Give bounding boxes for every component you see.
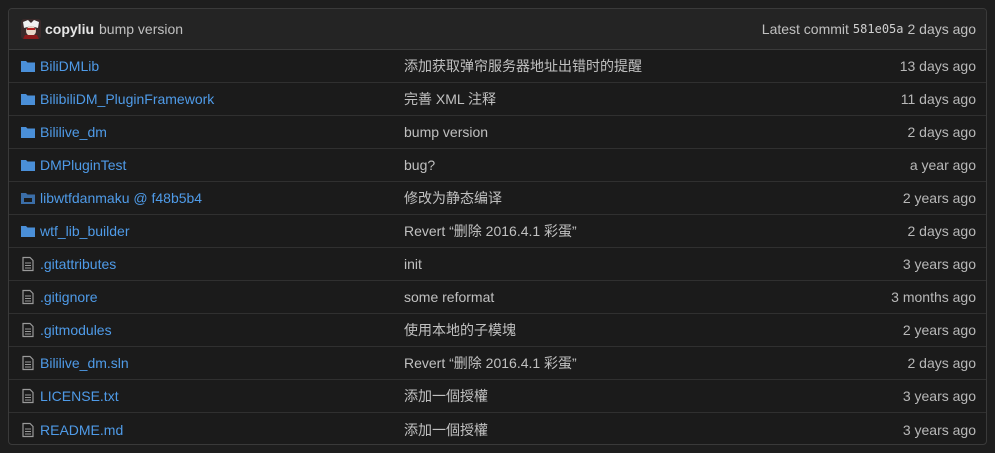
file-row: LICENSE.txt 添加一個授權 3 years ago — [9, 380, 986, 413]
file-name-link[interactable]: .gitattributes — [40, 256, 404, 272]
author-avatar[interactable] — [21, 19, 41, 39]
commit-message-link[interactable]: bug? — [404, 157, 910, 173]
folder-icon — [20, 157, 36, 173]
file-icon — [20, 388, 36, 404]
commit-sha-link[interactable]: 581e05a — [853, 22, 904, 36]
commit-message-link[interactable]: some reformat — [404, 289, 891, 305]
commit-message-link[interactable]: 使用本地的子模塊 — [404, 320, 903, 340]
commit-message-link[interactable]: 添加一個授權 — [404, 420, 903, 440]
commit-message-link[interactable]: 修改为静态编译 — [404, 188, 903, 208]
commit-message-link[interactable]: 完善 XML 注释 — [404, 89, 901, 109]
file-row: .gitmodules 使用本地的子模塊 2 years ago — [9, 314, 986, 347]
file-row: wtf_lib_builder Revert “删除 2016.4.1 彩蛋” 2 … — [9, 215, 986, 248]
file-browser: copyliu bump version Latest commit 581e0… — [8, 8, 987, 445]
file-icon — [20, 355, 36, 371]
folder-icon — [20, 58, 36, 74]
commit-message-link[interactable]: 添加获取弹帘服务器地址出错时的提醒 — [404, 56, 900, 76]
file-name-link[interactable]: Bililive_dm.sln — [40, 355, 404, 371]
latest-commit-label: Latest commit — [761, 21, 849, 37]
file-row: Bililive_dm bump version 2 days ago — [9, 116, 986, 149]
file-row: .gitignore some reformat 3 months ago — [9, 281, 986, 314]
commit-age: 3 years ago — [902, 421, 976, 438]
file-row: Bililive_dm.sln Revert “删除 2016.4.1 彩蛋” 2 … — [9, 347, 986, 380]
commit-age: 2 years ago — [902, 322, 976, 338]
commit-age: 3 months ago — [891, 289, 976, 305]
file-name-link[interactable]: LICENSE.txt — [40, 388, 404, 404]
commit-age: 2 days ago — [907, 21, 977, 37]
commit-message-link[interactable]: Revert “删除 2016.4.1 彩蛋” — [404, 353, 908, 373]
file-icon — [20, 322, 36, 338]
file-name-link[interactable]: DMPluginTest — [40, 157, 404, 173]
commit-age: 2 days ago — [907, 223, 977, 239]
commit-message-link[interactable]: bump version — [99, 21, 183, 37]
file-icon — [20, 422, 36, 438]
latest-commit-bar: copyliu bump version Latest commit 581e0… — [9, 9, 986, 50]
folder-icon — [20, 124, 36, 140]
commit-age: 13 days ago — [899, 58, 976, 74]
file-name-link[interactable]: .gitignore — [40, 289, 404, 305]
commit-message-link[interactable]: Revert “删除 2016.4.1 彩蛋” — [404, 221, 908, 241]
folder-icon — [20, 91, 36, 107]
file-icon — [20, 256, 36, 272]
commit-age: 3 years ago — [902, 388, 976, 404]
commit-age: 11 days ago — [900, 91, 976, 107]
file-name-link[interactable]: libwtfdanmaku @ f48b5b4 — [40, 190, 404, 206]
file-list: BiliDMLib 添加获取弹帘服务器地址出错时的提醒 13 days ago Bil… — [9, 50, 986, 444]
commit-age: 3 years ago — [902, 256, 976, 272]
file-row: libwtfdanmaku @ f48b5b4 修改为静态编译 2 years ag… — [9, 182, 986, 215]
commit-age: 2 years ago — [902, 190, 976, 206]
file-row: .gitattributes init 3 years ago — [9, 248, 986, 281]
file-name-link[interactable]: README.md — [40, 422, 404, 438]
commit-message-link[interactable]: init — [404, 256, 903, 272]
commit-author-link[interactable]: copyliu — [45, 21, 94, 37]
file-row: README.md 添加一個授權 3 years ago — [9, 413, 986, 444]
file-row: BilibiliDM_PluginFramework 完善 XML 注释 11 da… — [9, 83, 986, 116]
file-icon — [20, 289, 36, 305]
file-name-link[interactable]: Bililive_dm — [40, 124, 404, 140]
folder-icon — [20, 223, 36, 239]
file-row: DMPluginTest bug? a year ago — [9, 149, 986, 182]
submodule-icon — [20, 190, 36, 206]
file-name-link[interactable]: .gitmodules — [40, 322, 404, 338]
file-row: BiliDMLib 添加获取弹帘服务器地址出错时的提醒 13 days ago — [9, 50, 986, 83]
file-name-link[interactable]: BiliDMLib — [40, 58, 404, 74]
commit-age: 2 days ago — [907, 355, 977, 371]
file-name-link[interactable]: BilibiliDM_PluginFramework — [40, 91, 404, 107]
commit-message-link[interactable]: bump version — [404, 124, 908, 140]
file-name-link[interactable]: wtf_lib_builder — [40, 223, 404, 239]
commit-age: 2 days ago — [907, 124, 977, 140]
commit-age: a year ago — [909, 157, 976, 173]
commit-message-link[interactable]: 添加一個授權 — [404, 386, 903, 406]
